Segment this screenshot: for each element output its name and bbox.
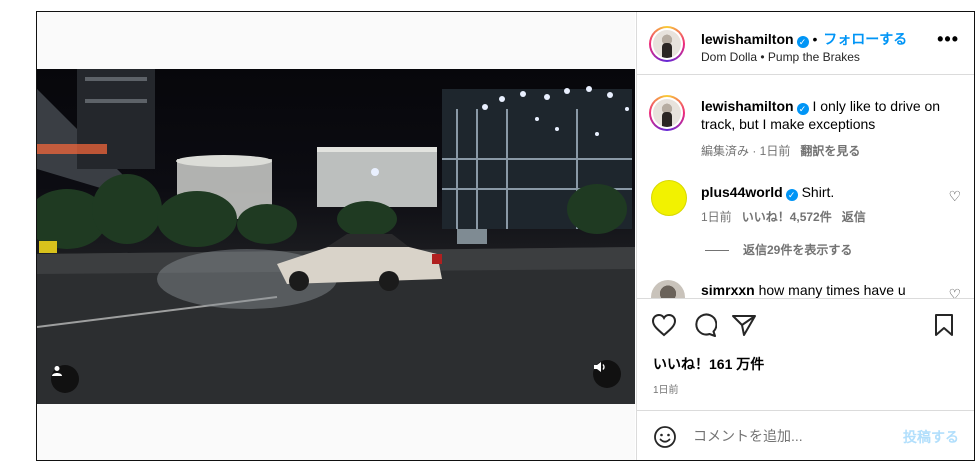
- comment-time: 1日前: [701, 210, 732, 224]
- author-username[interactable]: lewishamilton: [701, 31, 794, 47]
- comment-input[interactable]: [691, 424, 895, 448]
- post-modal: lewishamilton ✓ • フォローする Dom Dolla • Pump…: [36, 11, 975, 461]
- comment-body: simrxxn how many times have u: [701, 281, 953, 298]
- caption-avatar[interactable]: [649, 95, 685, 131]
- comments-list[interactable]: lewishamilton ✓ I only like to drive on t…: [637, 75, 974, 298]
- caption-meta: 編集済み · 1日前 翻訳を見る: [701, 142, 860, 159]
- comment-username[interactable]: simrxxn: [701, 282, 755, 298]
- verified-icon: ✓: [785, 189, 798, 201]
- caption-text-block: lewishamilton ✓ I only like to drive on t…: [701, 97, 953, 133]
- author-line: lewishamilton ✓ • フォローする: [701, 29, 907, 49]
- comment-meta: 1日前 いいね！4,572件 返信: [701, 208, 866, 225]
- comment-icon[interactable]: [691, 313, 717, 337]
- replies-divider: [705, 250, 729, 252]
- caption-username[interactable]: lewishamilton: [701, 98, 794, 114]
- comment-username[interactable]: plus44world: [701, 184, 783, 200]
- emoji-icon[interactable]: [653, 425, 677, 449]
- comment-text: how many times have u: [758, 282, 906, 298]
- comment-like-icon[interactable]: ♡: [948, 188, 961, 205]
- bookmark-icon[interactable]: [933, 313, 955, 337]
- comment-composer: 投稿する: [637, 410, 974, 460]
- user-tag-icon: [52, 366, 62, 376]
- caption-edited: 編集済み · 1日前: [701, 144, 791, 158]
- comment-text: Shirt.: [801, 184, 835, 200]
- comment-likes[interactable]: いいね！4,572件: [742, 210, 832, 224]
- post-side-panel: lewishamilton ✓ • フォローする Dom Dolla • Pump…: [636, 12, 974, 460]
- reply-button[interactable]: 返信: [842, 210, 866, 224]
- video-frame: [37, 69, 635, 404]
- author-avatar[interactable]: [649, 26, 685, 62]
- share-icon[interactable]: [731, 313, 757, 337]
- tagged-users-button[interactable]: [51, 365, 79, 393]
- verified-icon: ✓: [796, 103, 809, 115]
- comment-body: plus44world ✓ Shirt.: [701, 183, 953, 201]
- translate-link[interactable]: 翻訳を見る: [800, 144, 860, 158]
- separator: •: [812, 31, 818, 47]
- view-replies-label: 返信29件を表示する: [743, 243, 853, 257]
- comment-like-icon[interactable]: ♡: [948, 286, 961, 298]
- volume-icon: [594, 362, 605, 372]
- likes-count[interactable]: いいね！161 万件: [653, 354, 764, 374]
- verified-icon: ✓: [796, 36, 809, 48]
- audio-link[interactable]: Dom Dolla • Pump the Brakes: [701, 50, 860, 64]
- media-area: [37, 12, 635, 460]
- commenter-avatar[interactable]: [651, 280, 685, 298]
- post-header: lewishamilton ✓ • フォローする Dom Dolla • Pump…: [637, 12, 974, 75]
- post-actions: いいね！161 万件 1日前: [637, 298, 974, 411]
- follow-button[interactable]: フォローする: [823, 31, 907, 47]
- post-date[interactable]: 1日前: [653, 381, 679, 396]
- view-replies-button[interactable]: 返信29件を表示する: [705, 241, 852, 258]
- post-video[interactable]: [37, 69, 635, 404]
- more-icon[interactable]: •••: [937, 30, 959, 48]
- volume-button[interactable]: [593, 360, 621, 388]
- post-comment-button[interactable]: 投稿する: [903, 427, 959, 447]
- heart-icon[interactable]: [651, 313, 677, 337]
- commenter-avatar[interactable]: [651, 180, 687, 216]
